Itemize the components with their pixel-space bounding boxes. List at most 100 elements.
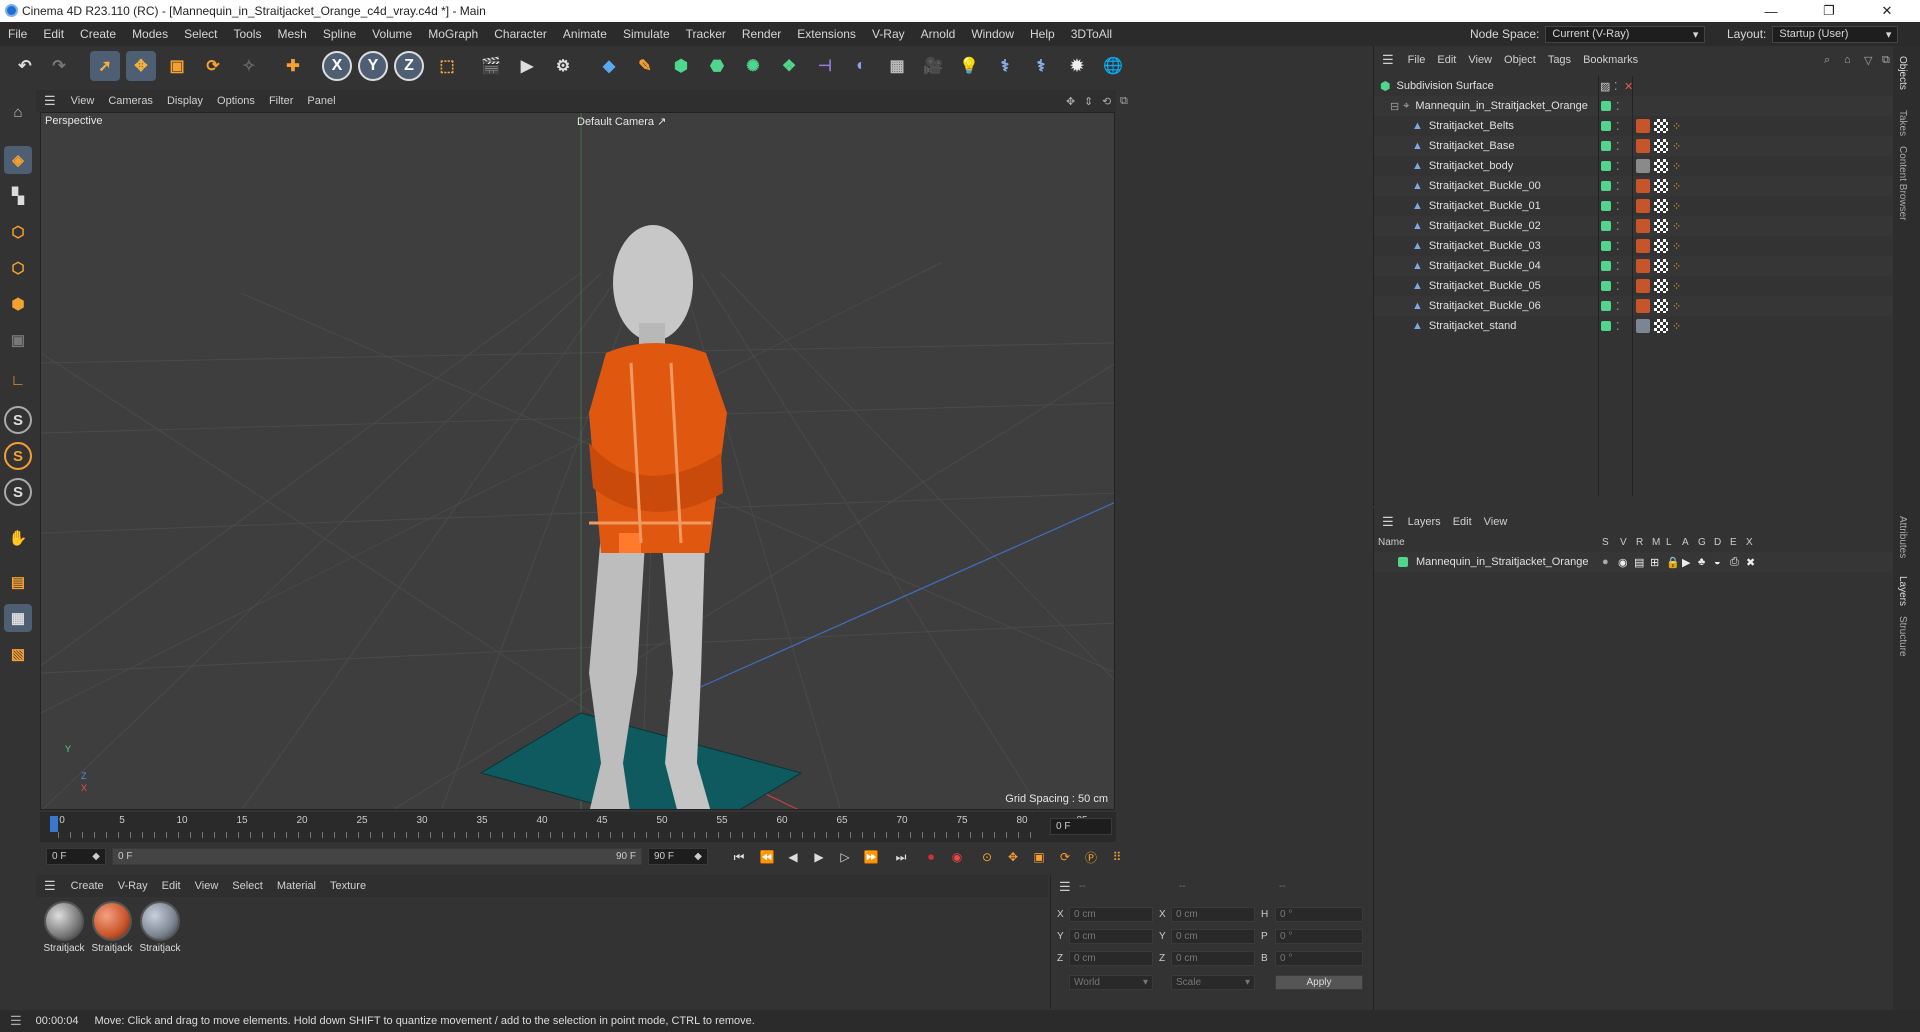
object-row[interactable]: ▲ Straitjacket_Belts ⁚ ⁘ bbox=[1374, 116, 1894, 136]
node-space-dropdown[interactable]: Current (V-Ray) ▾ bbox=[1545, 25, 1706, 43]
globe-icon[interactable]: 🌐 bbox=[1098, 51, 1128, 81]
menu-lines-icon[interactable]: ☰ bbox=[1374, 514, 1402, 530]
vray-tag-icon[interactable]: ⁘ bbox=[1672, 200, 1681, 213]
eye-icon[interactable]: ◉ bbox=[1618, 556, 1628, 569]
tab-takes[interactable]: Takes bbox=[1897, 110, 1908, 136]
maximize-view-icon[interactable]: ⧉ bbox=[1120, 95, 1128, 108]
layer-menu-layers[interactable]: Layers bbox=[1402, 516, 1447, 528]
material-tag-icon[interactable] bbox=[1636, 299, 1650, 313]
visibility-dots-icon[interactable]: ⁚ bbox=[1616, 220, 1620, 233]
model-mode-icon[interactable]: ◈ bbox=[4, 146, 32, 174]
maximize-button[interactable]: ❐ bbox=[1806, 0, 1852, 22]
layout-dropdown[interactable]: Startup (User) ▾ bbox=[1772, 25, 1899, 43]
viewport-camera-label[interactable]: Default Camera ↗ bbox=[577, 115, 666, 128]
uvw-tag-icon[interactable] bbox=[1654, 239, 1668, 253]
layer-color-icon[interactable] bbox=[1601, 241, 1611, 251]
pan-view-icon[interactable]: ✥ bbox=[1066, 95, 1075, 108]
viewport-menu-display[interactable]: Display bbox=[160, 95, 210, 107]
menu-spline[interactable]: Spline bbox=[315, 27, 364, 41]
locked-workplane-icon[interactable]: ▦ bbox=[4, 604, 32, 632]
material-menu-edit[interactable]: Edit bbox=[155, 880, 188, 892]
material-swatch[interactable]: Straitjack bbox=[42, 901, 86, 961]
layer-color-icon[interactable] bbox=[1398, 557, 1408, 567]
menu-extensions[interactable]: Extensions bbox=[789, 27, 864, 41]
object-row[interactable]: ▲ Straitjacket_Buckle_04 ⁚ ⁘ bbox=[1374, 256, 1894, 276]
python-script-icon[interactable]: ⚕ bbox=[1026, 51, 1056, 81]
snap-icon[interactable]: S bbox=[4, 406, 32, 434]
visibility-dots-icon[interactable]: ⁚ bbox=[1616, 100, 1620, 113]
material-tag-icon[interactable] bbox=[1636, 279, 1650, 293]
menu-3dtoall[interactable]: 3DToAll bbox=[1063, 27, 1120, 41]
visibility-dots-icon[interactable]: ⁚ bbox=[1616, 140, 1620, 153]
tab-layers[interactable]: Layers bbox=[1897, 576, 1908, 606]
visibility-dots-icon[interactable]: ⁚ bbox=[1616, 200, 1620, 213]
world-dropdown[interactable]: World ▾ bbox=[1069, 975, 1153, 990]
layer-color-icon[interactable] bbox=[1601, 221, 1611, 231]
python-icon[interactable]: ⚕ bbox=[990, 51, 1020, 81]
position-y-field[interactable]: 0 cm bbox=[1069, 929, 1153, 944]
planar-workplane-icon[interactable]: ▧ bbox=[4, 640, 32, 668]
object-row[interactable]: ▲ Straitjacket_body ⁚ ⁘ bbox=[1374, 156, 1894, 176]
layer-color-icon[interactable] bbox=[1601, 181, 1611, 191]
play-icon[interactable]: ▶ bbox=[808, 846, 830, 868]
layer-col-d[interactable]: D bbox=[1714, 537, 1721, 548]
points-mode-icon[interactable]: ⬡ bbox=[4, 218, 32, 246]
render-icon[interactable]: ▤ bbox=[1634, 556, 1644, 569]
visibility-dots-icon[interactable]: ⁚ bbox=[1616, 160, 1620, 173]
size-z-field[interactable]: 0 cm bbox=[1171, 951, 1255, 966]
layer-color-icon[interactable] bbox=[1601, 121, 1611, 131]
vray-tag-icon[interactable]: ⁘ bbox=[1672, 280, 1681, 293]
layer-color-icon[interactable] bbox=[1601, 261, 1611, 271]
vray-tag-icon[interactable]: ⁘ bbox=[1672, 120, 1681, 133]
visibility-dots-icon[interactable]: ⁚ bbox=[1614, 80, 1618, 93]
object-row[interactable]: ▲ Straitjacket_Buckle_03 ⁚ ⁘ bbox=[1374, 236, 1894, 256]
manager-icon[interactable]: ⊞ bbox=[1650, 556, 1659, 569]
material-swatch[interactable]: Straitjack bbox=[90, 901, 134, 961]
next-key-icon[interactable]: ⏩ bbox=[860, 846, 882, 868]
key-rotation-icon[interactable]: ⟳ bbox=[1054, 846, 1076, 868]
undo-icon[interactable]: ↶ bbox=[10, 51, 40, 81]
uvw-tag-icon[interactable] bbox=[1654, 319, 1668, 333]
cloner-icon[interactable]: ✺ bbox=[738, 51, 768, 81]
tab-content-browser[interactable]: Content Browser bbox=[1897, 146, 1908, 220]
viewport-menu-view[interactable]: View bbox=[64, 95, 102, 107]
vray-settings-icon[interactable]: ✹ bbox=[1062, 51, 1092, 81]
uv-mode-icon[interactable]: ▣ bbox=[4, 326, 32, 354]
object-row[interactable]: ▲ Straitjacket_Buckle_05 ⁚ ⁘ bbox=[1374, 276, 1894, 296]
visibility-dots-icon[interactable]: ⁚ bbox=[1616, 280, 1620, 293]
material-tag-icon[interactable] bbox=[1636, 159, 1650, 173]
record-icon[interactable]: ⏺ bbox=[920, 846, 942, 868]
visibility-dots-icon[interactable]: ⁚ bbox=[1616, 180, 1620, 193]
collapse-icon[interactable]: ⊟ bbox=[1390, 100, 1399, 113]
menu-modes[interactable]: Modes bbox=[124, 27, 176, 41]
object-row[interactable]: ▲ Straitjacket_Base ⁚ ⁘ bbox=[1374, 136, 1894, 156]
axis-mode-icon[interactable]: ∟ bbox=[4, 366, 32, 394]
keyframe-selection-icon[interactable]: ⊙ bbox=[976, 846, 998, 868]
rotate-view-icon[interactable]: ⟲ bbox=[1102, 95, 1111, 108]
x-axis-lock-icon[interactable]: X bbox=[322, 51, 352, 81]
uvw-tag-icon[interactable] bbox=[1654, 179, 1668, 193]
filter-icon[interactable]: ▽ bbox=[1864, 54, 1872, 67]
extrude-icon[interactable]: ⬣ bbox=[702, 51, 732, 81]
current-frame-field[interactable]: 0 F bbox=[1050, 818, 1112, 835]
scale-tool-icon[interactable]: ▣ bbox=[162, 51, 192, 81]
vray-tag-icon[interactable]: ⁘ bbox=[1672, 240, 1681, 253]
menu-animate[interactable]: Animate bbox=[555, 27, 615, 41]
object-row[interactable]: ⊟ ⌖ Mannequin_in_Straitjacket_Orange ⁚ bbox=[1374, 96, 1894, 116]
autokey-icon[interactable]: ◉ bbox=[946, 846, 968, 868]
coordinate-system-icon[interactable]: ⬚ bbox=[432, 51, 462, 81]
viewport-perspective[interactable]: Perspective Default Camera ↗ Grid Spacin… bbox=[40, 112, 1115, 810]
polygons-mode-icon[interactable]: ⬢ bbox=[4, 290, 32, 318]
key-pla-icon[interactable]: ⠿ bbox=[1106, 846, 1128, 868]
rotation-p-field[interactable]: 0 ° bbox=[1275, 929, 1363, 944]
object-menu-object[interactable]: Object bbox=[1498, 54, 1542, 66]
visibility-dots-icon[interactable]: ⁚ bbox=[1616, 260, 1620, 273]
layer-color-icon[interactable] bbox=[1601, 201, 1611, 211]
search-icon[interactable]: ⌕ bbox=[1824, 54, 1830, 67]
vray-tag-icon[interactable]: ⁘ bbox=[1672, 300, 1681, 313]
menu-file[interactable]: File bbox=[0, 27, 35, 41]
y-axis-lock-icon[interactable]: Y bbox=[358, 51, 388, 81]
menu-lines-icon[interactable]: ☰ bbox=[1374, 52, 1402, 68]
playhead-marker[interactable] bbox=[50, 816, 58, 832]
menu-create[interactable]: Create bbox=[72, 27, 124, 41]
